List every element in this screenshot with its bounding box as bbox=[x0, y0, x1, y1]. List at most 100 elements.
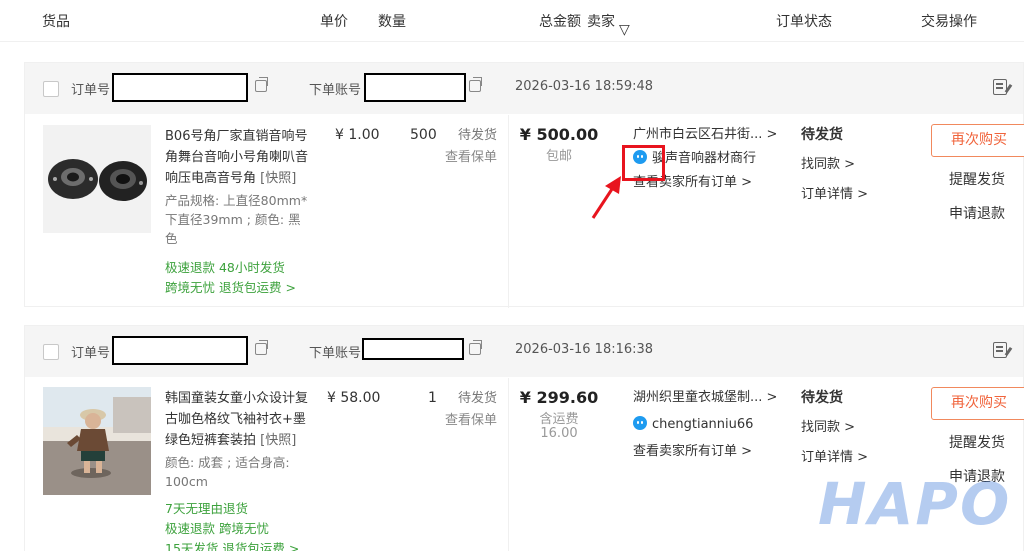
order-list-header: 货品 单价 数量 总金额 卖家 ▽ 订单状态 交易操作 bbox=[0, 0, 1024, 42]
order-header: 订单号 下单账号 2026-03-16 18:16:38 bbox=[25, 326, 1023, 377]
spec-line: 下直径39mm ; 颜色: 黑 bbox=[165, 212, 301, 227]
tag-line: 极速退款 跨境无忧 bbox=[165, 521, 269, 536]
snapshot-link[interactable]: [快照] bbox=[260, 171, 296, 186]
copy-icon[interactable] bbox=[255, 340, 268, 355]
seller-filter[interactable]: 卖家 ▽ bbox=[587, 11, 630, 38]
product-title-line: 绿色短裤套装拍 bbox=[165, 433, 257, 448]
find-similar-link[interactable]: 找同款 > bbox=[801, 150, 868, 180]
unit-price: ¥ 1.00 bbox=[335, 127, 380, 143]
account-label: 下单账号 bbox=[309, 83, 362, 98]
tag-line: 跨境无忧 退货包运费 > bbox=[165, 280, 296, 295]
copy-icon[interactable] bbox=[469, 77, 482, 92]
quantity: 500 bbox=[410, 127, 437, 143]
seller-name[interactable]: chengtianniu66 bbox=[652, 417, 753, 432]
product-title-line: 响压电高音号角 bbox=[165, 171, 257, 186]
view-policy-link[interactable]: 查看保单 bbox=[445, 410, 497, 432]
order-status: 待发货 找同款 > 订单详情 > bbox=[801, 120, 868, 210]
spec-line: 色 bbox=[165, 231, 178, 246]
order-total: ¥ 500.00 bbox=[519, 125, 599, 144]
kids-outfit-image bbox=[43, 387, 151, 495]
seller-name[interactable]: 骏声音响器材商行 bbox=[652, 151, 756, 166]
item-status: 待发货 查看保单 bbox=[445, 388, 498, 432]
buy-again-button[interactable]: 再次购买 bbox=[931, 387, 1024, 420]
shipping-fee: 16.00 bbox=[540, 426, 578, 441]
order-actions: 提醒发货 申请退款 bbox=[949, 163, 1005, 231]
product-title-line: B06号角厂家直销音响号 bbox=[165, 129, 308, 144]
seller-all-orders-link[interactable]: 查看卖家所有订单 > bbox=[633, 442, 777, 462]
order-header: 订单号 下单账号 2026-03-16 18:59:48 bbox=[25, 63, 1023, 114]
order-detail-link[interactable]: 订单详情 > bbox=[801, 443, 868, 473]
highlight-box bbox=[622, 145, 665, 181]
item-status-text: 待发货 bbox=[458, 391, 498, 406]
horn-flange-image bbox=[43, 125, 151, 233]
spec-line: 产品规格: 上直径80mm* bbox=[165, 193, 308, 208]
item-status: 待发货 查看保单 bbox=[445, 125, 498, 169]
product-image[interactable] bbox=[43, 125, 151, 233]
product-title-line: 古咖色格纹飞袖衬衣+墨 bbox=[165, 412, 306, 427]
copy-icon[interactable] bbox=[255, 77, 268, 92]
tag-line: 15天发货 退货包运费 > bbox=[165, 541, 300, 551]
product-spec: 产品规格: 上直径80mm* 下直径39mm ; 颜色: 黑 色 bbox=[165, 191, 315, 248]
divider bbox=[508, 115, 509, 308]
copy-icon[interactable] bbox=[469, 340, 482, 355]
tag-line: 极速退款 48小时发货 bbox=[165, 260, 285, 275]
unit-price: ¥ 58.00 bbox=[327, 390, 381, 406]
seller-location[interactable]: 湖州织里童衣城堡制... > bbox=[633, 388, 777, 408]
shipping-note: 包邮 bbox=[545, 149, 572, 164]
col-total: 总金额 bbox=[539, 14, 581, 30]
order-no-label: 订单号 bbox=[71, 346, 111, 361]
quantity: 1 bbox=[428, 390, 437, 406]
col-goods: 货品 bbox=[42, 14, 70, 30]
product-spec: 颜色: 成套 ; 适合身高: 100cm bbox=[165, 453, 315, 491]
seller-info: 湖州织里童衣城堡制... > chengtianniu66 查看卖家所有订单 > bbox=[633, 388, 777, 462]
seller-location[interactable]: 广州市白云区石井街... > bbox=[633, 125, 777, 145]
order-status-text: 待发货 bbox=[801, 127, 843, 143]
account-label: 下单账号 bbox=[309, 346, 362, 361]
arrow-icon bbox=[591, 176, 621, 219]
col-action: 交易操作 bbox=[921, 14, 977, 30]
buy-again-button[interactable]: 再次购买 bbox=[931, 124, 1024, 157]
tag-line: 7天无理由退货 bbox=[165, 501, 248, 516]
remind-ship-link[interactable]: 提醒发货 bbox=[949, 163, 1005, 197]
col-status: 订单状态 bbox=[776, 14, 832, 30]
order-detail-link[interactable]: 订单详情 > bbox=[801, 180, 868, 210]
watermark-logo: HAPO bbox=[818, 470, 1012, 538]
note-icon[interactable] bbox=[993, 79, 1007, 95]
product-title[interactable]: 韩国童装女童小众设计复 古咖色格纹飞袖衬衣+墨 绿色短裤套装拍 [快照] bbox=[165, 388, 313, 451]
item-status-text: 待发货 bbox=[458, 128, 498, 143]
order-time: 2026-03-16 18:59:48 bbox=[515, 79, 654, 94]
order-status-text: 待发货 bbox=[801, 390, 843, 406]
service-tags[interactable]: 7天无理由退货 极速退款 跨境无忧 15天发货 退货包运费 > bbox=[165, 499, 299, 551]
order-status: 待发货 找同款 > 订单详情 > bbox=[801, 383, 868, 473]
shipping-note: 含运费 bbox=[539, 412, 579, 427]
note-icon[interactable] bbox=[993, 342, 1007, 358]
account-redacted bbox=[364, 73, 466, 102]
filter-icon[interactable]: ▽ bbox=[619, 22, 630, 38]
spec-line: 颜色: 成套 ; 适合身高: bbox=[165, 455, 290, 470]
request-refund-link[interactable]: 申请退款 bbox=[949, 197, 1005, 231]
order-checkbox[interactable] bbox=[43, 344, 59, 360]
wangwang-icon[interactable] bbox=[633, 416, 647, 430]
col-qty: 数量 bbox=[378, 14, 406, 30]
find-similar-link[interactable]: 找同款 > bbox=[801, 413, 868, 443]
col-price: 单价 bbox=[320, 14, 348, 30]
account-redacted bbox=[362, 338, 464, 360]
product-image[interactable] bbox=[43, 387, 151, 495]
product-title[interactable]: B06号角厂家直销音响号 角舞台音响小号角喇叭音 响压电高音号角 [快照] bbox=[165, 126, 313, 189]
col-seller: 卖家 bbox=[587, 14, 615, 30]
service-tags[interactable]: 极速退款 48小时发货 跨境无忧 退货包运费 > bbox=[165, 258, 296, 298]
order-checkbox[interactable] bbox=[43, 81, 59, 97]
spec-line: 100cm bbox=[165, 474, 208, 489]
divider bbox=[508, 378, 509, 551]
order-total: ¥ 299.60 bbox=[519, 388, 599, 407]
order-card: 订单号 下单账号 2026-03-16 18:59:48 B06号角厂家直销音响… bbox=[24, 62, 1024, 308]
product-title-line: 韩国童装女童小众设计复 bbox=[165, 391, 309, 406]
snapshot-link[interactable]: [快照] bbox=[260, 433, 296, 448]
order-no-redacted bbox=[112, 73, 248, 102]
view-policy-link[interactable]: 查看保单 bbox=[445, 147, 497, 169]
product-title-line: 角舞台音响小号角喇叭音 bbox=[165, 150, 309, 165]
order-time: 2026-03-16 18:16:38 bbox=[515, 342, 654, 357]
remind-ship-link[interactable]: 提醒发货 bbox=[949, 426, 1005, 460]
order-no-label: 订单号 bbox=[71, 83, 111, 98]
order-no-redacted bbox=[112, 336, 248, 365]
